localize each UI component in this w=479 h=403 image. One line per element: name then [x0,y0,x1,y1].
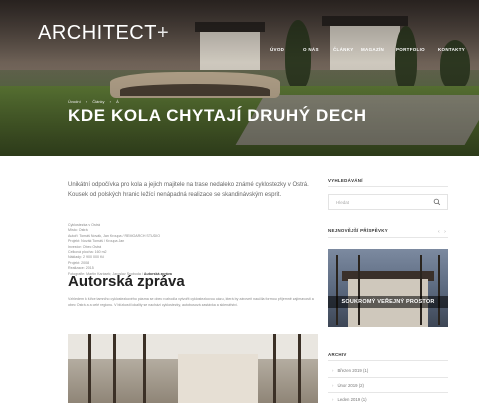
chevron-right-icon: › [332,368,334,373]
search-heading: VYHLEDÁVÁNÍ [328,178,363,183]
archive-item-label: Únor 2019 (2) [337,383,364,388]
featured-post-card[interactable]: SOUKROMÝ VEŘEJNÝ PROSTOR [328,249,448,327]
breadcrumb-separator: › [85,99,88,104]
divider [328,360,448,361]
logo-plus-mark: + [156,22,170,44]
carousel-prev-icon[interactable]: ‹ [438,229,440,235]
archive-item-label: Leden 2019 (1) [337,397,367,402]
logo-text: ARCHITECT [38,22,157,44]
section-body: Vzhledem k šířce tamního cyklostezkového… [68,297,314,307]
nav-item-magazin[interactable]: MAGAZÍN [361,47,384,52]
divider [328,377,448,378]
carousel-next-icon[interactable]: › [444,229,446,235]
section-title: Autorská zpráva [68,273,185,290]
chevron-right-icon: › [332,383,334,388]
chevron-right-icon: › [332,397,334,402]
breadcrumb: Úvodní › Články › Á [68,99,123,104]
article-lead: Unikátní odpočívka pro kola a jejich maj… [68,182,309,198]
featured-post-title[interactable]: SOUKROMÝ VEŘEJNÝ PROSTOR [328,296,448,308]
archive-heading: ARCHIV [328,352,347,357]
nav-item-kontakty[interactable]: KONTAKTY [438,47,465,52]
carousel-controls: ‹ › [435,229,446,235]
search-icon[interactable] [433,198,441,206]
search-input[interactable]: Hledat [336,200,349,205]
project-info: Cyklostezka v Ostrá Místo: Ostrá Autoři:… [68,223,318,277]
nav-item-clanky[interactable]: ČLÁNKY [333,47,354,52]
archive-item[interactable]: › Březen 2019 (1) [332,368,368,373]
divider [328,186,448,187]
nav-item-portfolio[interactable]: PORTFOLIO [396,47,425,52]
article-photo [68,334,318,403]
recent-posts-heading: NEJNOVĚJŠÍ PŘÍSPĚVKY [328,228,388,233]
archive-item[interactable]: › Leden 2019 (1) [332,397,367,402]
nav-item-o-nas[interactable]: O NÁS [303,47,319,52]
archive-item[interactable]: › Únor 2019 (2) [332,383,364,388]
archive-item-label: Březen 2019 (1) [337,368,369,373]
search-box[interactable]: Hledat [328,194,448,210]
page-title: KDE KOLA CHYTAJÍ DRUHÝ DECH [68,106,367,125]
breadcrumb-separator: › [109,99,111,104]
main-nav: ÚVOD O NÁS ČLÁNKY MAGAZÍN PORTFOLIO KONT… [0,47,479,57]
breadcrumb-category[interactable]: Články [92,99,104,104]
breadcrumb-current: Á [116,99,119,104]
breadcrumb-home[interactable]: Úvodní [68,99,81,104]
divider [328,237,448,238]
divider [328,392,448,393]
nav-item-uvod[interactable]: ÚVOD [270,47,284,52]
site-logo[interactable]: ARCHITECT+ [38,22,169,45]
